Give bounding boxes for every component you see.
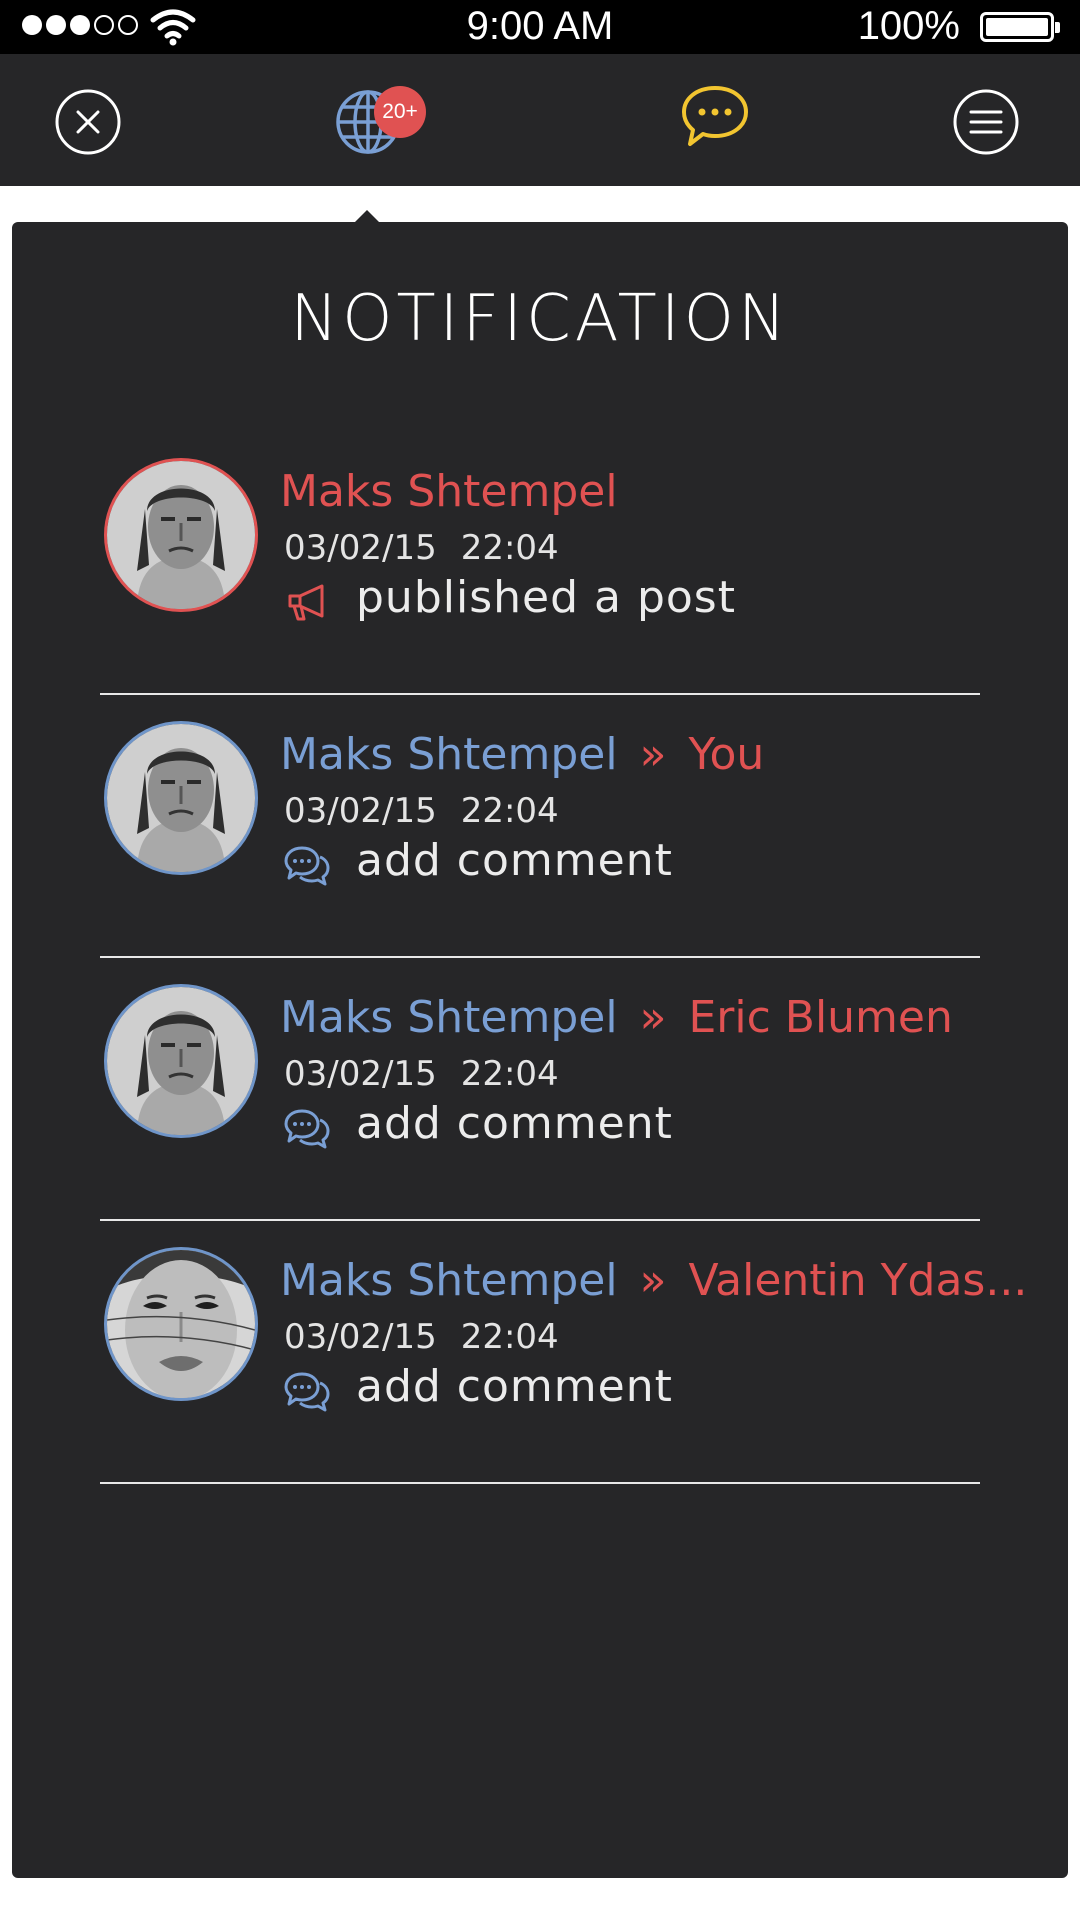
comment-icon <box>284 846 330 886</box>
notification-item[interactable]: Maks Shtempel » Valentin Ydas... 03/02/15 2… <box>100 1221 1027 1484</box>
chat-icon <box>682 86 748 146</box>
target-name[interactable]: You <box>688 729 764 780</box>
avatar[interactable] <box>104 721 258 875</box>
status-bar: 9:00 AM 100% <box>0 0 1080 54</box>
notification-item[interactable]: Maks Shtempel 03/02/15 22:04 published a … <box>100 432 980 695</box>
notification-count-badge: 20+ <box>374 86 426 138</box>
menu-button[interactable] <box>952 88 1020 160</box>
divider <box>100 1482 980 1484</box>
author-name[interactable]: Maks Shtempel <box>280 1255 618 1306</box>
action-text: add comment <box>356 1361 673 1412</box>
target-name[interactable]: Valentin Ydas... <box>688 1255 1027 1306</box>
battery-icon <box>980 12 1060 42</box>
avatar[interactable] <box>104 458 258 612</box>
top-nav-bar <box>0 54 1080 186</box>
timestamp: 03/02/15 22:04 <box>284 791 559 831</box>
target-name[interactable]: Eric Blumen <box>688 992 952 1043</box>
author-name[interactable]: Maks Shtempel <box>280 992 618 1043</box>
man-portrait-image <box>107 461 255 609</box>
close-button[interactable] <box>54 88 122 160</box>
timestamp: 03/02/15 22:04 <box>284 528 559 568</box>
double-chevron-icon: » <box>639 992 667 1043</box>
notification-panel: NOTIFICATION Maks Shtempel 03/02/15 22:04 <box>12 222 1068 1878</box>
avatar[interactable] <box>104 1247 258 1401</box>
battery-percent: 100% <box>857 4 960 48</box>
notification-item[interactable]: Maks Shtempel » You 03/02/15 22:04 add comm… <box>100 695 980 958</box>
menu-icon <box>953 89 1019 155</box>
timestamp: 03/02/15 22:04 <box>284 1317 559 1357</box>
double-chevron-icon: » <box>639 729 667 780</box>
action-text: add comment <box>356 1098 673 1149</box>
man-portrait-image <box>107 987 255 1135</box>
megaphone-icon <box>288 584 324 621</box>
author-name[interactable]: Maks Shtempel <box>280 729 618 780</box>
man-portrait-image <box>107 724 255 872</box>
chat-button[interactable] <box>680 84 750 152</box>
panel-title: NOTIFICATION <box>290 282 790 356</box>
double-chevron-icon: » <box>639 1255 667 1306</box>
action-text: add comment <box>356 835 673 886</box>
timestamp: 03/02/15 22:04 <box>284 1054 559 1094</box>
comment-icon <box>284 1372 330 1412</box>
comment-icon <box>284 1109 330 1149</box>
author-name[interactable]: Maks Shtempel <box>280 466 618 517</box>
notification-item[interactable]: Maks Shtempel» Eric Blumen 03/02/15 22:04 … <box>100 958 980 1221</box>
action-text: published a post <box>356 572 736 623</box>
close-icon <box>55 89 121 155</box>
woman-portrait-image <box>107 1250 255 1398</box>
avatar[interactable] <box>104 984 258 1138</box>
